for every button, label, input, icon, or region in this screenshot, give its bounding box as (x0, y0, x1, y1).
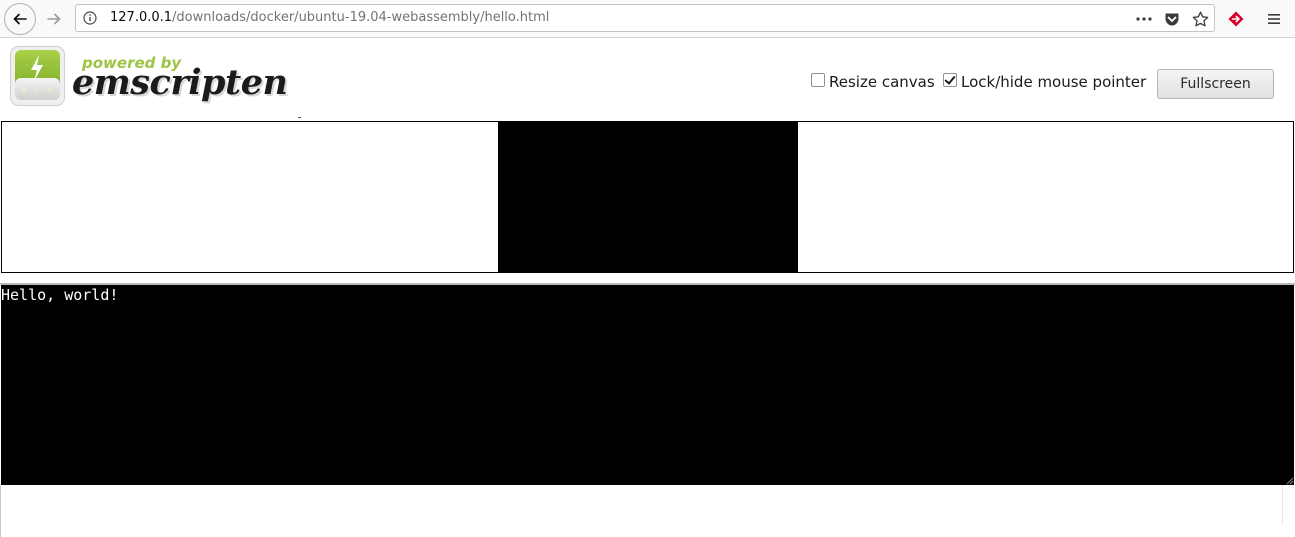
back-button[interactable] (4, 3, 36, 35)
resize-grip-icon[interactable] (1286, 477, 1294, 485)
output-console[interactable]: Hello, world! (1, 285, 1294, 485)
star-icon (1192, 11, 1208, 26)
page-actions-button[interactable] (1133, 8, 1155, 30)
pocket-button[interactable] (1161, 8, 1183, 30)
info-icon[interactable] (83, 11, 97, 25)
spinner-placeholder (298, 117, 301, 118)
more-horizontal-icon (1136, 17, 1152, 21)
forward-arrow-icon (47, 13, 61, 25)
fullscreen-button[interactable]: Fullscreen (1157, 69, 1274, 99)
resize-canvas-checkbox[interactable] (811, 73, 825, 87)
canvas-container (1, 121, 1294, 273)
emscripten-canvas[interactable] (498, 122, 798, 272)
browser-toolbar: 127.0.0.1/downloads/docker/ubuntu-19.04-… (0, 0, 1295, 38)
bookmark-button[interactable] (1189, 8, 1211, 30)
extension-icon (1228, 11, 1244, 27)
emscripten-badge-icon (10, 46, 65, 106)
emscripten-logo: powered by emscripten (10, 46, 288, 108)
url-host: 127.0.0.1 (110, 10, 173, 25)
forward-button[interactable] (38, 3, 70, 35)
lock-pointer-control[interactable]: Lock/hide mouse pointer (943, 73, 1146, 91)
emscripten-wordmark: emscripten (72, 62, 288, 103)
pocket-icon (1165, 13, 1179, 25)
output-text: Hello, world! (1, 286, 119, 304)
url-path: /downloads/docker/ubuntu-19.04-webassemb… (172, 10, 550, 25)
resize-canvas-label: Resize canvas (829, 73, 935, 91)
page-left-edge (0, 485, 1, 537)
extension-button[interactable] (1223, 6, 1249, 32)
hamburger-menu-icon (1268, 14, 1280, 24)
url-text[interactable]: 127.0.0.1/downloads/docker/ubuntu-19.04-… (110, 10, 549, 25)
menu-button[interactable] (1261, 6, 1287, 32)
scroll-edge (1282, 485, 1283, 525)
page-content: powered by emscripten Resize canvas Lock… (0, 39, 1295, 537)
lock-pointer-checkbox[interactable] (943, 73, 957, 87)
resize-canvas-control[interactable]: Resize canvas (811, 73, 935, 91)
lock-pointer-label: Lock/hide mouse pointer (961, 73, 1147, 91)
back-arrow-icon (13, 13, 27, 25)
url-bar[interactable]: 127.0.0.1/downloads/docker/ubuntu-19.04-… (75, 4, 1215, 32)
